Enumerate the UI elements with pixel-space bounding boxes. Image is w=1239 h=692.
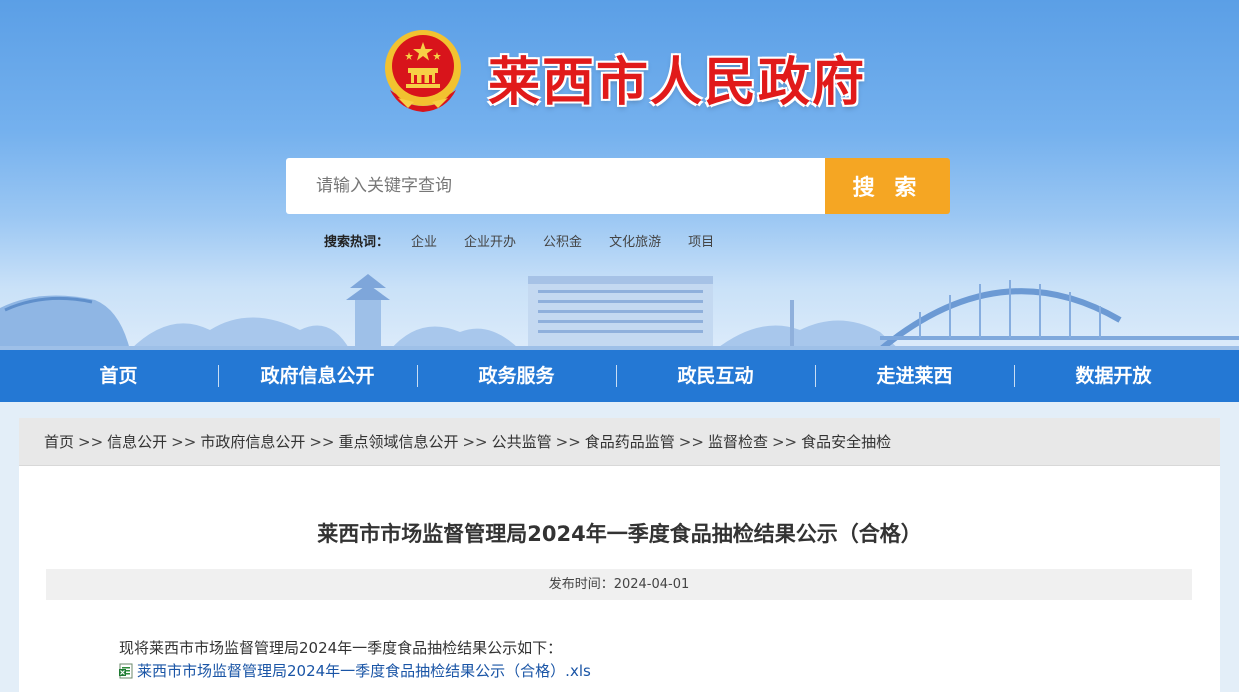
- hot-term-link[interactable]: 项目: [688, 231, 714, 250]
- article-title: 莱西市市场监督管理局2024年一季度食品抽检结果公示（合格）: [317, 522, 922, 546]
- nav-item-gov-info[interactable]: 政府信息公开: [218, 350, 417, 402]
- hot-search-bar: 搜索热词： 企业 企业开办 公积金 文化旅游 项目: [324, 231, 741, 250]
- attachment-label: 莱西市市场监督管理局2024年一季度食品抽检结果公示（合格）.xls: [137, 662, 591, 680]
- search-button[interactable]: 搜 索: [825, 158, 950, 214]
- site-title: 莱西市人民政府: [488, 52, 867, 113]
- hot-search-label: 搜索热词：: [324, 235, 390, 250]
- search-input[interactable]: [286, 158, 826, 214]
- breadcrumb-separator: >>: [309, 433, 335, 451]
- breadcrumb-separator: >>: [555, 433, 581, 451]
- breadcrumb-link[interactable]: 公共监管: [492, 433, 552, 451]
- nav-item-open-data[interactable]: 数据开放: [1014, 350, 1213, 402]
- nav-item-about[interactable]: 走进莱西: [815, 350, 1014, 402]
- header-banner: 莱西市人民政府 搜 索 搜索热词： 企业 企业开办 公积金 文化旅游 项目: [0, 0, 1239, 350]
- breadcrumb-separator: >>: [462, 433, 488, 451]
- breadcrumb-link[interactable]: 信息公开: [107, 433, 167, 451]
- main-nav: 首页 政府信息公开 政务服务 政民互动 走进莱西 数据开放: [0, 350, 1239, 402]
- breadcrumb-separator: >>: [678, 433, 704, 451]
- article-intro: 现将莱西市市场监督管理局2024年一季度食品抽检结果公示如下：: [119, 639, 563, 657]
- breadcrumb-link[interactable]: 市政府信息公开: [200, 433, 305, 451]
- hot-term-link[interactable]: 文化旅游: [609, 231, 661, 250]
- breadcrumb-link[interactable]: 食品药品监管: [585, 433, 675, 451]
- national-emblem-icon: [385, 30, 461, 112]
- city-skyline-illustration: [0, 274, 1239, 350]
- hot-term-link[interactable]: 公积金: [543, 231, 582, 250]
- hot-term-link[interactable]: 企业开办: [464, 231, 516, 250]
- breadcrumb-separator: >>: [78, 433, 104, 451]
- nav-item-home[interactable]: 首页: [19, 350, 218, 402]
- breadcrumb: 首页 >> 信息公开 >> 市政府信息公开 >> 重点领域信息公开 >> 公共监管 >> 食品药品监…: [19, 418, 1220, 466]
- breadcrumb-separator: >>: [171, 433, 197, 451]
- breadcrumb-link[interactable]: 食品安全抽检: [801, 433, 891, 451]
- publish-time: 发布时间：2024-04-01: [46, 569, 1192, 600]
- breadcrumb-link[interactable]: 重点领域信息公开: [338, 433, 458, 451]
- content-panel: 首页 >> 信息公开 >> 市政府信息公开 >> 重点领域信息公开 >> 公共监管 >> 食品药品监…: [19, 418, 1220, 692]
- attachment-link[interactable]: 莱西市市场监督管理局2024年一季度食品抽检结果公示（合格）.xls: [119, 660, 591, 681]
- hot-term-link[interactable]: 企业: [411, 231, 437, 250]
- nav-item-services[interactable]: 政务服务: [417, 350, 616, 402]
- breadcrumb-link[interactable]: 首页: [44, 433, 74, 451]
- breadcrumb-link[interactable]: 监督检查: [708, 433, 768, 451]
- nav-item-interaction[interactable]: 政民互动: [616, 350, 815, 402]
- breadcrumb-separator: >>: [771, 433, 798, 451]
- xls-file-icon: [119, 663, 133, 678]
